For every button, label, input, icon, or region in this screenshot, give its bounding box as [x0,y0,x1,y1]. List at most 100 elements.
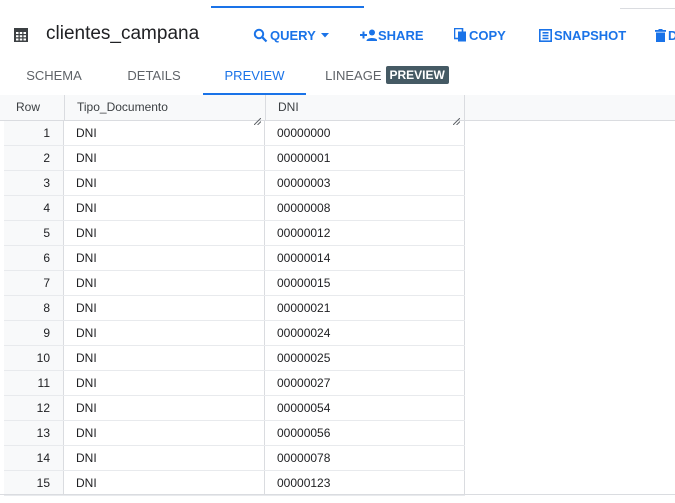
share-button-label: SHARE [378,27,424,43]
tipo-documento-cell: DNI [64,321,265,345]
row-number-cell: 13 [4,421,64,445]
table-row[interactable]: 12 DNI 00000054 [4,396,465,421]
tipo-documento-cell: DNI [64,246,265,270]
delete-icon [655,28,666,42]
grid-bottom-border [0,494,675,495]
dni-cell: 00000003 [265,171,465,195]
table-row[interactable]: 7 DNI 00000015 [4,271,465,296]
snapshot-icon [539,28,552,42]
tipo-documento-cell: DNI [64,446,265,470]
row-number-cell: 1 [4,121,64,145]
grid-body: 1 DNI 00000000 2 DNI 00000001 3 DNI 00000003 4 DNI… [4,121,465,496]
table-row[interactable]: 13 DNI 00000056 [4,421,465,446]
tab-schema[interactable]: SCHEMA [12,61,96,93]
tipo-documento-cell: DNI [64,396,265,420]
tab-details[interactable]: DETAILS [109,61,199,93]
table-row[interactable]: 6 DNI 00000014 [4,246,465,271]
tipo-documento-cell: DNI [64,171,265,195]
copy-button-label: COPY [469,27,506,43]
row-number-cell: 11 [4,371,64,395]
dni-cell: 00000056 [265,421,465,445]
query-button-label: QUERY [270,27,316,43]
column-header-label: Tipo_Documento [77,100,168,114]
row-number-cell: 2 [4,146,64,170]
table-header: clientes_campana QUERY SHARE COPY SNAPSH… [0,9,675,61]
chevron-down-icon [320,32,329,38]
row-number-cell: 9 [4,321,64,345]
dni-cell: 00000000 [265,121,465,145]
snapshot-button-label: SNAPSHOT [554,27,627,43]
table-row[interactable]: 3 DNI 00000003 [4,171,465,196]
row-number-cell: 8 [4,296,64,320]
column-header-label: DNI [278,100,299,114]
dni-cell: 00000027 [265,371,465,395]
row-number-cell: 10 [4,346,64,370]
add-person-icon [360,29,377,41]
table-title: clientes_campana [46,23,200,44]
tipo-documento-cell: DNI [64,271,265,295]
tab-lineage[interactable]: LINEAGE PREVIEW [324,61,450,93]
dni-cell: 00000123 [265,471,465,495]
table-row[interactable]: 5 DNI 00000012 [4,221,465,246]
delete-button-label: D [668,27,675,43]
tipo-documento-cell: DNI [64,221,265,245]
table-row[interactable]: 14 DNI 00000078 [4,446,465,471]
dni-cell: 00000078 [265,446,465,470]
row-number-cell: 5 [4,221,64,245]
dni-cell: 00000001 [265,146,465,170]
row-number-cell: 7 [4,271,64,295]
dni-cell: 00000021 [265,296,465,320]
snapshot-button[interactable]: SNAPSHOT [539,26,626,44]
grid-header: Row Tipo_Documento DNI [0,95,675,126]
copy-icon [454,28,467,42]
resize-handle-icon[interactable] [253,109,262,126]
table-row[interactable]: 1 DNI 00000000 [4,121,465,146]
column-header-tipo-documento[interactable]: Tipo_Documento [64,95,265,126]
dni-cell: 00000012 [265,221,465,245]
row-number-cell: 4 [4,196,64,220]
dni-cell: 00000024 [265,321,465,345]
search-icon [253,28,268,43]
dni-cell: 00000054 [265,396,465,420]
table-row[interactable]: 2 DNI 00000001 [4,146,465,171]
table-row[interactable]: 11 DNI 00000027 [4,371,465,396]
share-button[interactable]: SHARE [360,26,424,44]
dni-cell: 00000015 [265,271,465,295]
tab-bar: SCHEMA DETAILS PREVIEW LINEAGE PREVIEW [0,61,675,96]
dni-cell: 00000014 [265,246,465,270]
row-number-cell: 3 [4,171,64,195]
row-number-cell: 14 [4,446,64,470]
delete-button[interactable]: D [655,26,675,44]
tipo-documento-cell: DNI [64,371,265,395]
tab-preview[interactable]: PREVIEW [203,61,306,95]
table-row[interactable]: 4 DNI 00000008 [4,196,465,221]
tipo-documento-cell: DNI [64,421,265,445]
top-strip [0,0,675,9]
table-row[interactable]: 8 DNI 00000021 [4,296,465,321]
dni-cell: 00000025 [265,346,465,370]
column-header-label: Row [16,100,41,114]
table-icon [14,28,28,42]
tipo-documento-cell: DNI [64,346,265,370]
column-header-row: Row [4,95,64,120]
dni-cell: 00000008 [265,196,465,220]
tipo-documento-cell: DNI [64,471,265,495]
column-header-dni[interactable]: DNI [265,95,465,126]
row-number-cell: 15 [4,471,64,495]
copy-button[interactable]: COPY [454,26,506,44]
tipo-documento-cell: DNI [64,146,265,170]
resize-handle-icon[interactable] [452,109,461,126]
table-row[interactable]: 9 DNI 00000024 [4,321,465,346]
tab-lineage-label: LINEAGE [325,68,382,83]
row-number-cell: 12 [4,396,64,420]
row-number-cell: 6 [4,246,64,270]
tipo-documento-cell: DNI [64,196,265,220]
results-grid: Row Tipo_Documento DNI 1 DNI 00000000 2 DNI 0… [0,95,675,503]
active-panel-indicator [211,6,364,8]
preview-badge: PREVIEW [385,66,449,84]
table-row[interactable]: 10 DNI 00000025 [4,346,465,371]
query-button[interactable]: QUERY [253,26,329,44]
table-row[interactable]: 15 DNI 00000123 [4,471,465,496]
tipo-documento-cell: DNI [64,121,265,145]
tipo-documento-cell: DNI [64,296,265,320]
